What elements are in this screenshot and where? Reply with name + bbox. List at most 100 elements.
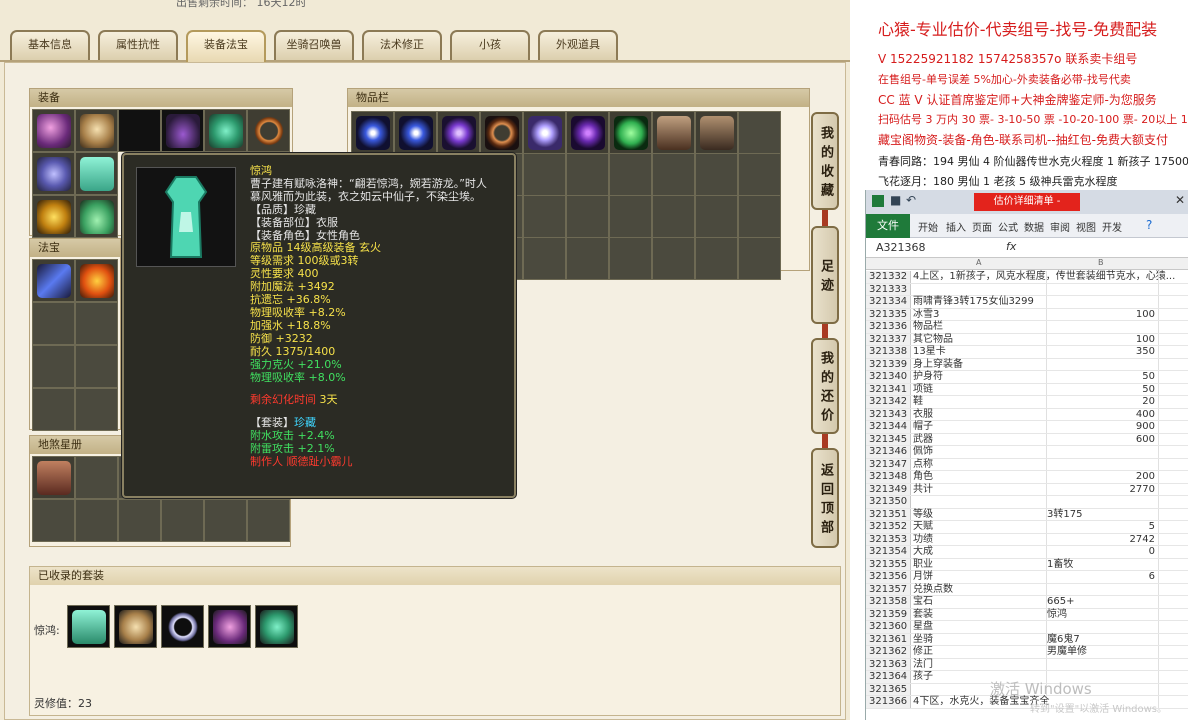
table-row[interactable]: 321336 物品栏 xyxy=(866,321,1188,334)
cell-a[interactable]: 物品栏 xyxy=(911,321,1047,333)
tab-children[interactable]: 小孩 xyxy=(450,30,530,60)
table-row[interactable]: 321352 天赋 5 xyxy=(866,521,1188,534)
cell-a[interactable]: 大成 xyxy=(911,546,1047,558)
cell-b[interactable]: 100 xyxy=(1047,333,1159,345)
name-box[interactable]: A321368 xyxy=(876,240,976,256)
earth-star-slot[interactable] xyxy=(75,499,118,542)
table-row[interactable]: 321341 项链 50 xyxy=(866,383,1188,396)
ribbon-tab[interactable]: 开始 xyxy=(918,219,938,234)
inventory-slot[interactable] xyxy=(738,237,781,280)
row-number[interactable]: 321347 xyxy=(866,458,911,470)
row-number[interactable]: 321354 xyxy=(866,546,911,558)
cell-b[interactable]: 5 xyxy=(1047,521,1159,533)
fabao-slot[interactable] xyxy=(75,388,118,431)
cell-a[interactable]: 点称 xyxy=(911,458,1047,470)
cell-b[interactable]: 男魔单修 xyxy=(1047,646,1159,658)
bell-icon[interactable] xyxy=(32,195,75,238)
cell-a[interactable] xyxy=(911,283,1047,295)
table-row[interactable]: 321350 xyxy=(866,496,1188,509)
hair-ornament-icon[interactable] xyxy=(208,605,251,648)
table-row[interactable]: 321337 其它物品 100 xyxy=(866,333,1188,346)
cell-a[interactable]: 坐骑 xyxy=(911,633,1047,645)
tab-attributes[interactable]: 属性抗性 xyxy=(98,30,178,60)
fabao-slot[interactable] xyxy=(75,302,118,345)
cell-b[interactable] xyxy=(1047,283,1159,295)
inventory-slot[interactable] xyxy=(566,237,609,280)
table-row[interactable]: 321338 13星卡 350 xyxy=(866,346,1188,359)
cell-a[interactable]: 套装 xyxy=(911,608,1047,620)
warrior2-icon[interactable] xyxy=(695,111,738,154)
fabao-slot[interactable] xyxy=(75,345,118,388)
cell-b[interactable]: 50 xyxy=(1047,371,1159,383)
ribbon-tab[interactable]: 开发 xyxy=(1102,219,1122,234)
row-number[interactable]: 321351 xyxy=(866,508,911,520)
tab-spell-correction[interactable]: 法术修正 xyxy=(362,30,442,60)
cell-b[interactable]: 200 xyxy=(1047,471,1159,483)
cell-b[interactable]: 0 xyxy=(1047,546,1159,558)
cell-a[interactable]: 角色 xyxy=(911,471,1047,483)
inventory-slot[interactable] xyxy=(652,195,695,238)
file-tab[interactable]: 文件 xyxy=(866,214,910,238)
inventory-slot[interactable] xyxy=(652,153,695,196)
cell-b[interactable]: 6 xyxy=(1047,571,1159,583)
earth-star-slot[interactable] xyxy=(32,499,75,542)
row-number[interactable]: 321361 xyxy=(866,633,911,645)
boots-icon[interactable] xyxy=(75,195,118,238)
my-favorites-button[interactable]: 我的收藏 xyxy=(811,112,839,210)
inventory-slot[interactable] xyxy=(738,111,781,154)
table-row[interactable]: 321342 鞋 20 xyxy=(866,396,1188,409)
cell-a[interactable]: 兑换点数 xyxy=(911,583,1047,595)
warrior-icon[interactable] xyxy=(652,111,695,154)
inventory-slot[interactable] xyxy=(695,195,738,238)
table-row[interactable]: 321356 月饼 6 xyxy=(866,571,1188,584)
cell-a[interactable] xyxy=(911,496,1047,508)
mask-icon[interactable] xyxy=(204,109,247,152)
inventory-slot[interactable] xyxy=(652,237,695,280)
equip-slot-empty[interactable] xyxy=(118,109,161,152)
table-row[interactable]: 321362 修正 男魔单修 xyxy=(866,646,1188,659)
tab-appearance[interactable]: 外观道具 xyxy=(538,30,618,60)
row-number[interactable]: 321358 xyxy=(866,596,911,608)
footprint-button[interactable]: 足迹 xyxy=(811,226,839,324)
warrior-card-icon[interactable] xyxy=(32,456,75,499)
inventory-slot[interactable] xyxy=(523,153,566,196)
row-number[interactable]: 321344 xyxy=(866,421,911,433)
table-row[interactable]: 321360 星盘 xyxy=(866,621,1188,634)
cell-b[interactable] xyxy=(1047,583,1159,595)
close-icon[interactable]: ✕ xyxy=(1175,193,1185,207)
row-number[interactable]: 321336 xyxy=(866,321,911,333)
inventory-slot[interactable] xyxy=(609,153,652,196)
table-row[interactable]: 321348 角色 200 xyxy=(866,471,1188,484)
ribbon-tab[interactable]: 插入 xyxy=(946,219,966,234)
cell-b[interactable]: 900 xyxy=(1047,421,1159,433)
row-number[interactable]: 321345 xyxy=(866,433,911,445)
column-a-header[interactable]: A xyxy=(976,258,981,267)
table-row[interactable]: 321359 套装 惊鸿 xyxy=(866,608,1188,621)
earth-star-slot[interactable] xyxy=(161,499,204,542)
cell-a[interactable]: 帽子 xyxy=(911,421,1047,433)
mask-icon[interactable] xyxy=(255,605,298,648)
swirl-orange-icon[interactable] xyxy=(480,111,523,154)
inventory-slot[interactable] xyxy=(523,195,566,238)
earth-star-slot[interactable] xyxy=(75,456,118,499)
ribbon-tab[interactable]: 视图 xyxy=(1076,219,1096,234)
cell-a[interactable]: 身上穿装备 xyxy=(911,358,1047,370)
inventory-slot[interactable] xyxy=(695,237,738,280)
cell-b[interactable]: 100 xyxy=(1047,308,1159,320)
row-number[interactable]: 321366 xyxy=(866,696,911,708)
cell-a[interactable]: 鞋 xyxy=(911,396,1047,408)
cell-b[interactable]: 魔6鬼7 xyxy=(1047,633,1159,645)
cell-a[interactable]: 项链 xyxy=(911,383,1047,395)
inventory-slot[interactable] xyxy=(695,153,738,196)
table-row[interactable]: 321333 xyxy=(866,283,1188,296)
swirl-violet-icon[interactable] xyxy=(566,111,609,154)
cell-a[interactable]: 佩饰 xyxy=(911,446,1047,458)
robe-icon[interactable] xyxy=(67,605,110,648)
inventory-slot[interactable] xyxy=(738,195,781,238)
cell-b[interactable]: 50 xyxy=(1047,383,1159,395)
row-number[interactable]: 321338 xyxy=(866,346,911,358)
inventory-slot[interactable] xyxy=(609,195,652,238)
cell-a[interactable]: 月饼 xyxy=(911,571,1047,583)
cell-b[interactable]: 1畜牧 xyxy=(1047,558,1159,570)
table-row[interactable]: 321358 宝石 665+ xyxy=(866,596,1188,609)
